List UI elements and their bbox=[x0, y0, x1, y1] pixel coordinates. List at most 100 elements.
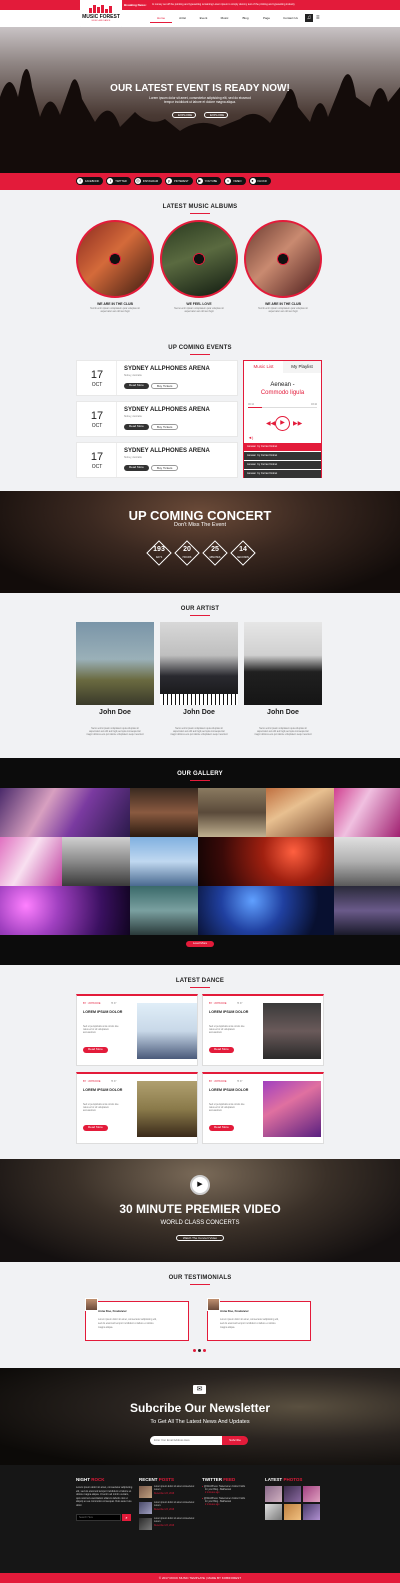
nav-music[interactable]: Music bbox=[214, 16, 235, 23]
buy-tickets-button[interactable]: Buy Tickets bbox=[151, 465, 179, 471]
concert-subtitle: Don't Miss The Event bbox=[174, 522, 226, 528]
carousel-dot[interactable] bbox=[203, 1349, 206, 1352]
subscribe-button[interactable]: Subcribe bbox=[222, 1436, 248, 1445]
menu-icon[interactable]: ≡ bbox=[316, 15, 322, 21]
gallery-photo[interactable] bbox=[334, 788, 400, 837]
gallery-load-more-button[interactable]: Load More bbox=[186, 941, 214, 947]
watch-video-button[interactable]: Watch The Concert Video bbox=[176, 1235, 224, 1241]
gallery-photo[interactable] bbox=[198, 788, 266, 837]
tab-my-playlist[interactable]: My Playlist bbox=[283, 361, 321, 373]
gallery-photo[interactable] bbox=[0, 788, 130, 837]
gallery-photo[interactable] bbox=[62, 837, 130, 886]
video-play-button[interactable]: ▶ bbox=[190, 1175, 210, 1195]
music-note-icon[interactable]: ♫ bbox=[305, 14, 313, 22]
gallery-photo[interactable] bbox=[334, 837, 400, 886]
footer-photo[interactable] bbox=[303, 1486, 320, 1502]
nav-event[interactable]: Event bbox=[193, 16, 214, 23]
nav-page[interactable]: Page bbox=[256, 16, 277, 23]
gallery-photo[interactable] bbox=[130, 837, 198, 886]
main-nav: Home Artist Event Music Blog Page Contac… bbox=[150, 16, 304, 23]
testimonials-title: OUR TESTIMONIALS bbox=[168, 1275, 232, 1281]
artist-card[interactable]: John Doe Nemo enim ipsam voluptatem quia… bbox=[160, 622, 238, 742]
read-more-button[interactable]: Read More bbox=[83, 1047, 108, 1053]
albums-title: LATEST MUSIC ALBUMS bbox=[162, 204, 238, 210]
buy-tickets-button[interactable]: Buy Tickets bbox=[151, 424, 179, 430]
hero-explore-button-2[interactable]: EXPLORE bbox=[204, 112, 228, 118]
artist-card[interactable]: John Doe Nemo enim ipsam voluptatem quia… bbox=[76, 622, 154, 742]
read-more-button[interactable]: Read More bbox=[209, 1125, 234, 1131]
search-icon[interactable]: ⌕ bbox=[122, 1513, 131, 1521]
social-instagram[interactable]: ◎ INSTAGRAM bbox=[133, 177, 163, 185]
gallery-photo[interactable] bbox=[198, 837, 334, 886]
countdown-days: 193 DAYS bbox=[146, 540, 172, 566]
album-disc bbox=[76, 220, 154, 298]
track-item[interactable]: Aenean by Curran Dotnet bbox=[244, 443, 321, 451]
tab-music-list[interactable]: Music List bbox=[244, 361, 283, 373]
gallery-photo[interactable] bbox=[266, 788, 334, 837]
social-vimeo[interactable]: v VIMEO bbox=[224, 177, 246, 185]
gallery-photo[interactable] bbox=[0, 837, 62, 886]
nav-blog[interactable]: Blog bbox=[235, 16, 256, 23]
read-more-button[interactable]: Read More bbox=[124, 424, 149, 430]
volume-icon[interactable]: ◄) bbox=[248, 435, 253, 440]
footer-photo[interactable] bbox=[284, 1486, 301, 1502]
logo-subtext: MUSIC AND DANCE bbox=[91, 20, 111, 22]
album-card[interactable]: WE ARE IN THE CLUB Numb enim ipsam volup… bbox=[76, 220, 154, 320]
buy-tickets-button[interactable]: Buy Tickets bbox=[151, 383, 179, 389]
dance-photo bbox=[263, 1081, 321, 1137]
artist-card[interactable]: John Doe Nemo enim ipsam voluptatem quia… bbox=[244, 622, 322, 742]
read-more-button[interactable]: Read More bbox=[124, 465, 149, 471]
album-card[interactable]: WE FEEL LOVE Nemo enim ipsam voluptatem … bbox=[160, 220, 238, 320]
artist-name: John Doe bbox=[99, 709, 131, 716]
pinterest-icon: p bbox=[166, 178, 173, 184]
play-button[interactable]: ▶ bbox=[275, 416, 290, 431]
recent-post[interactable]: Lorem ipsum dolor sit amet consectetur. … bbox=[139, 1486, 197, 1500]
footer bbox=[0, 1465, 400, 1573]
events-title-underline bbox=[190, 354, 210, 355]
recent-post[interactable]: Lorem ipsum dolor sit amet consectetur. … bbox=[139, 1502, 197, 1516]
footer-photo[interactable] bbox=[303, 1504, 320, 1520]
track-item[interactable]: Aenean by Curran Dotnet bbox=[244, 452, 321, 460]
recent-post[interactable]: Lorem ipsum dolor sit amet consectetur. … bbox=[139, 1518, 197, 1532]
nav-contact[interactable]: Contact Us bbox=[277, 16, 304, 23]
gallery-grid bbox=[0, 788, 400, 935]
hero-explore-button-1[interactable]: EXPLORE bbox=[172, 112, 196, 118]
carousel-dot[interactable] bbox=[193, 1349, 196, 1352]
read-more-button[interactable]: Read More bbox=[209, 1047, 234, 1053]
track-item[interactable]: Aenean by Curran Dotnet bbox=[244, 461, 321, 469]
avatar bbox=[207, 1298, 220, 1311]
newsletter-email-input[interactable] bbox=[150, 1436, 222, 1445]
gallery-photo[interactable] bbox=[0, 886, 130, 935]
gallery-photo[interactable] bbox=[198, 886, 334, 935]
footer-photo[interactable] bbox=[284, 1504, 301, 1520]
read-more-button[interactable]: Read More bbox=[83, 1125, 108, 1131]
social-youtube[interactable]: ▶ YOUTUBE bbox=[195, 177, 222, 185]
social-flickr[interactable]: ● FLICKR bbox=[248, 177, 271, 185]
event-location: Sidney, Australia bbox=[124, 456, 142, 459]
gallery-photo[interactable] bbox=[130, 788, 198, 837]
social-facebook[interactable]: f FACEBOOK bbox=[76, 177, 104, 185]
social-pinterest[interactable]: p PINTEREST bbox=[165, 177, 193, 185]
carousel-dot[interactable] bbox=[198, 1349, 201, 1352]
equalizer-icon bbox=[89, 5, 113, 13]
avatar bbox=[85, 1298, 98, 1311]
newsletter-title: Subcribe Our Newsletter bbox=[129, 1401, 271, 1415]
footer-search-input[interactable] bbox=[76, 1513, 121, 1521]
hero-subtitle-2: tempor incididunt ut labore et dolore ma… bbox=[164, 100, 236, 104]
footer-photo[interactable] bbox=[265, 1486, 282, 1502]
progress-bar[interactable] bbox=[248, 407, 317, 408]
dance-photo bbox=[137, 1081, 197, 1137]
album-card[interactable]: WE ARE IN THE CLUB Numb enim ipsam volup… bbox=[244, 220, 322, 320]
social-twitter[interactable]: t TWITTER bbox=[106, 177, 131, 185]
next-track-icon[interactable]: ▶▶ bbox=[293, 420, 302, 427]
gallery-photo[interactable] bbox=[334, 886, 400, 935]
nav-artist[interactable]: Artist bbox=[172, 16, 193, 23]
track-item[interactable]: Aenean by Curran Dotnet bbox=[244, 470, 321, 478]
footer-photo[interactable] bbox=[265, 1504, 282, 1520]
dance-title: LATEST DANCE bbox=[175, 978, 225, 984]
read-more-button[interactable]: Read More bbox=[124, 383, 149, 389]
albums-title-underline bbox=[190, 213, 210, 214]
nav-home[interactable]: Home bbox=[150, 16, 172, 23]
gallery-photo[interactable] bbox=[130, 886, 198, 935]
prev-track-icon[interactable]: ◀◀ bbox=[266, 420, 275, 427]
